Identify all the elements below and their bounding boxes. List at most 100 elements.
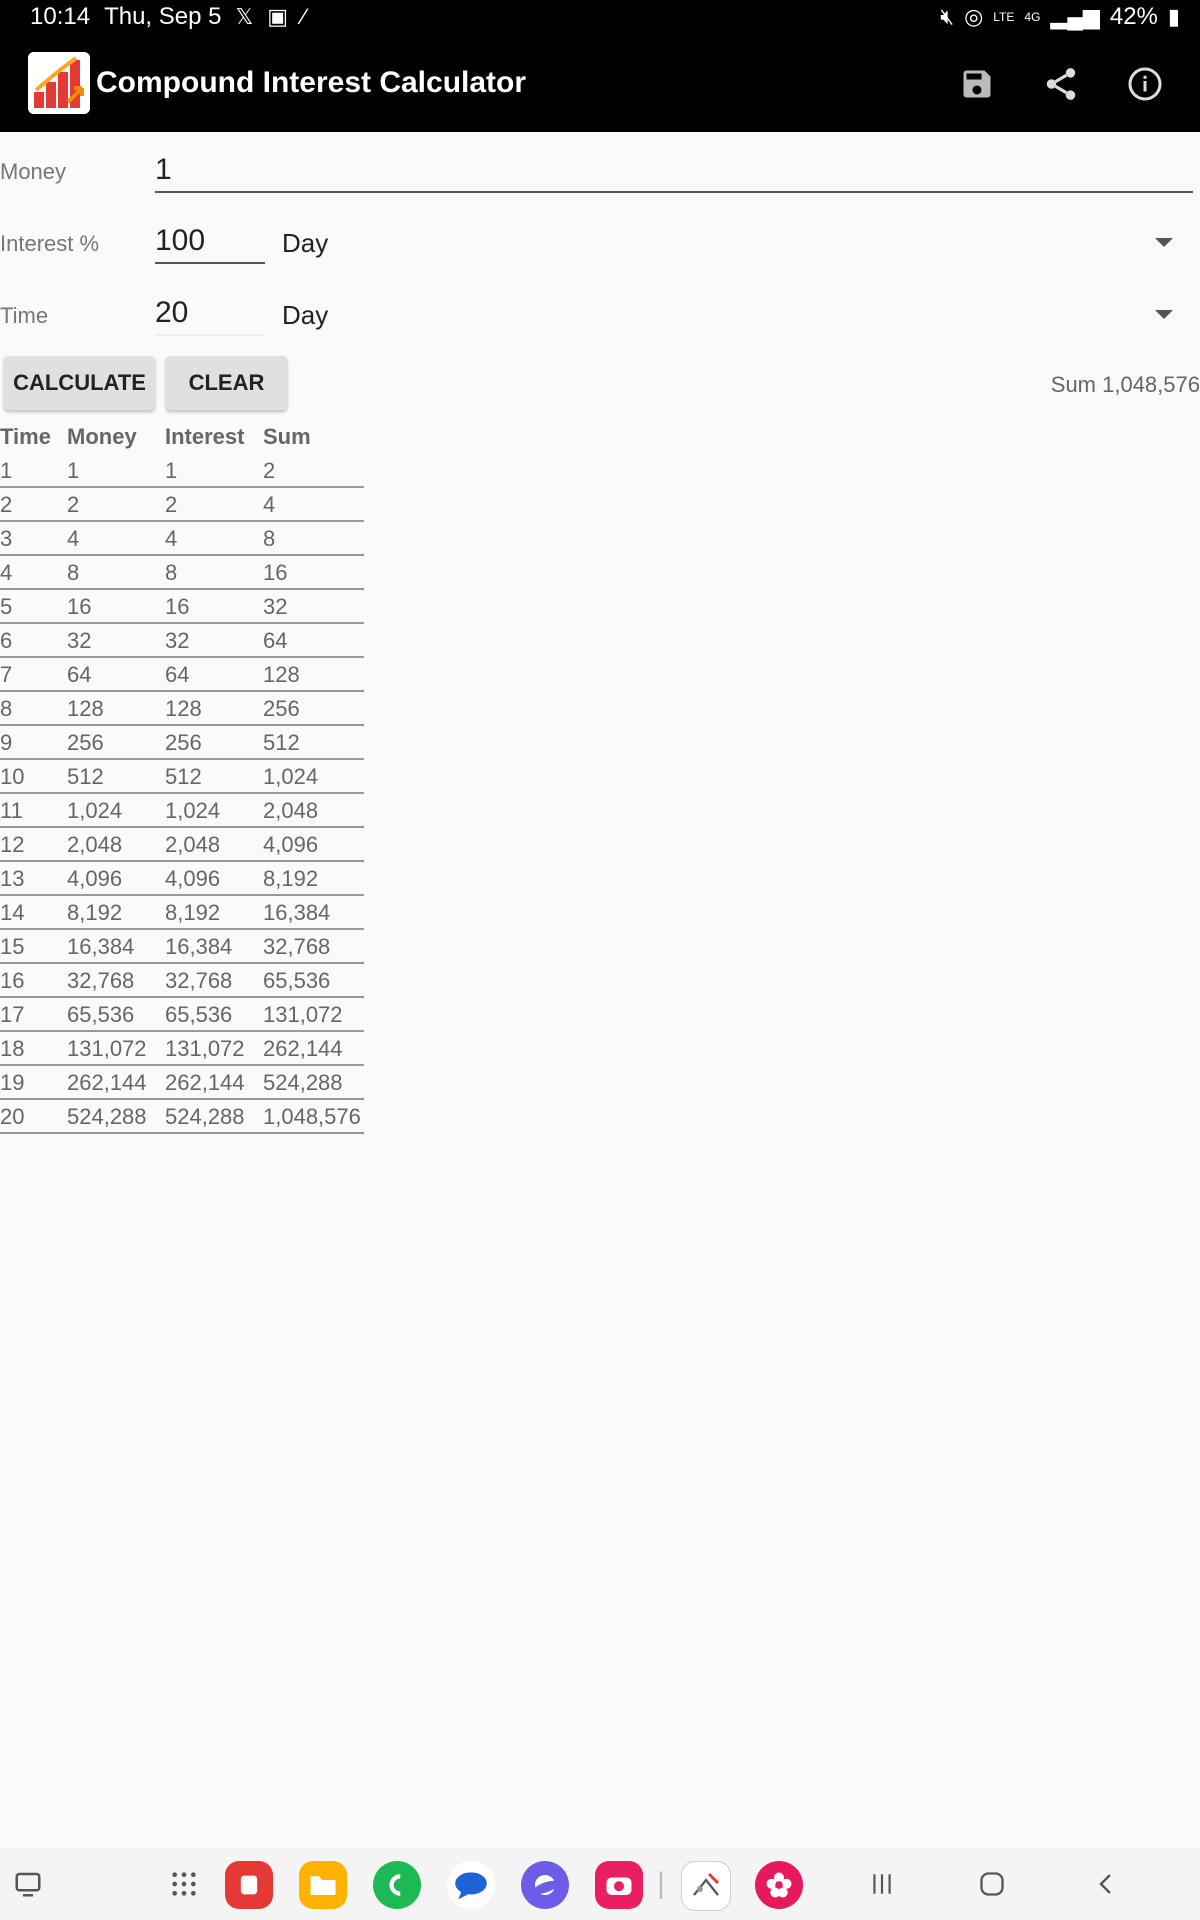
cell-money: 1 — [67, 458, 80, 483]
header-interest: Interest — [165, 424, 245, 449]
cell-sum: 1,024 — [263, 764, 319, 789]
cell-money: 256 — [67, 730, 104, 755]
header-sum: Sum — [263, 424, 311, 449]
messages-app-icon[interactable] — [447, 1861, 495, 1909]
cell-money: 64 — [67, 662, 92, 687]
table-body: 1 1 1 2 2 2 2 4 3 4 4 8 4 8 8 16 5 16 16 32 6 32 32 64 7 64 64 128 8… — [0, 454, 364, 1134]
notes-app-icon[interactable] — [225, 1861, 273, 1909]
table-row: 12 2,048 2,048 4,096 — [0, 828, 364, 862]
cell-sum: 2,048 — [263, 798, 319, 823]
table-header: Time Money Interest Sum — [0, 422, 364, 454]
share-button[interactable] — [1039, 62, 1083, 106]
cell-money: 512 — [67, 764, 104, 789]
interest-value: 100 — [155, 224, 206, 257]
interest-dropdown-arrow-icon[interactable] — [1155, 238, 1173, 247]
save-button[interactable] — [955, 62, 999, 106]
table-row: 6 32 32 64 — [0, 624, 364, 658]
cell-interest: 65,536 — [165, 1002, 233, 1027]
cell-sum: 32 — [263, 594, 288, 619]
cell-time: 17 — [0, 1002, 25, 1027]
cell-interest: 262,144 — [165, 1070, 245, 1095]
cell-sum: 256 — [263, 696, 300, 721]
app-bar: Compound Interest Calculator — [0, 36, 1200, 132]
cell-money: 1,024 — [67, 798, 123, 823]
cell-interest: 64 — [165, 662, 190, 687]
cell-money: 65,536 — [67, 1002, 135, 1027]
cell-time: 6 — [0, 628, 13, 653]
files-app-icon[interactable] — [299, 1861, 347, 1909]
results-table: Time Money Interest Sum 1112222434484881… — [0, 422, 364, 1134]
back-button[interactable] — [1088, 1866, 1124, 1902]
cell-money: 128 — [67, 696, 104, 721]
table-row: 14 8,192 8,192 16,384 — [0, 896, 364, 930]
camera-app-icon[interactable] — [595, 1861, 643, 1909]
cell-money: 32,768 — [67, 968, 135, 993]
cell-interest: 256 — [165, 730, 202, 755]
interest-period-select[interactable]: Day — [282, 228, 328, 259]
cell-interest: 128 — [165, 696, 202, 721]
cell-time: 18 — [0, 1036, 25, 1061]
cell-sum: 524,288 — [263, 1070, 343, 1095]
money-input[interactable]: 1 — [155, 153, 1193, 193]
cell-sum: 4,096 — [263, 832, 319, 857]
app-logo-icon — [28, 52, 90, 114]
cell-interest: 32 — [165, 628, 190, 653]
time-period-select[interactable]: Day — [282, 300, 328, 331]
battery-percent: 42% — [1109, 3, 1158, 30]
cell-money: 131,072 — [67, 1036, 147, 1061]
interest-input[interactable]: 100 — [155, 224, 265, 264]
info-button[interactable] — [1123, 62, 1167, 106]
sketch-app-icon[interactable] — [681, 1861, 731, 1911]
phone-app-icon[interactable] — [373, 1861, 421, 1909]
table-row: 4 8 8 16 — [0, 556, 364, 590]
table-row: 8 128 128 256 — [0, 692, 364, 726]
cell-money: 16,384 — [67, 934, 135, 959]
interest-label: Interest % — [0, 231, 100, 256]
browser-app-icon[interactable] — [521, 1861, 569, 1909]
table-row: 19 262,144 262,144 524,288 — [0, 1066, 364, 1100]
table-row: 7 64 64 128 — [0, 658, 364, 692]
info-icon — [1128, 67, 1162, 101]
home-button[interactable] — [974, 1866, 1010, 1902]
signal-icon: ▂▄▆ — [1050, 4, 1100, 29]
dock-divider: | — [657, 1867, 665, 1900]
cell-interest: 4,096 — [165, 866, 221, 891]
calculate-button[interactable]: CALCULATE — [4, 356, 155, 410]
cell-time: 15 — [0, 934, 25, 959]
hotspot-icon: ◎ — [964, 4, 984, 29]
cell-sum: 262,144 — [263, 1036, 343, 1061]
cell-interest: 16,384 — [165, 934, 233, 959]
cell-time: 19 — [0, 1070, 25, 1095]
cell-time: 7 — [0, 662, 13, 687]
table-row: 9 256 256 512 — [0, 726, 364, 760]
time-dropdown-arrow-icon[interactable] — [1155, 310, 1173, 319]
cell-money: 8 — [67, 560, 80, 585]
recent-apps-button[interactable] — [864, 1866, 900, 1902]
cell-money: 4,096 — [67, 866, 123, 891]
cell-money: 2,048 — [67, 832, 123, 857]
cell-time: 11 — [0, 798, 23, 823]
cell-interest: 524,288 — [165, 1104, 245, 1129]
cell-money: 524,288 — [67, 1104, 147, 1129]
app-drawer-icon[interactable] — [164, 1866, 204, 1902]
cell-interest: 1 — [165, 458, 178, 483]
volte-icon: LTE — [993, 10, 1015, 24]
gallery-app-icon[interactable] — [755, 1861, 803, 1909]
status-time: 10:14 — [30, 3, 91, 30]
clear-button[interactable]: CLEAR — [166, 356, 287, 410]
cell-sum: 8 — [263, 526, 276, 551]
cell-time: 1 — [0, 458, 13, 483]
mute-icon: 🔇︎ — [940, 4, 955, 29]
cell-money: 262,144 — [67, 1070, 147, 1095]
time-input[interactable]: 20 — [155, 296, 265, 336]
table-row: 18 131,072 131,072 262,144 — [0, 1032, 364, 1066]
header-time: Time — [0, 424, 51, 449]
screen-recorder-icon[interactable] — [8, 1866, 48, 1902]
cell-money: 32 — [67, 628, 92, 653]
cell-time: 16 — [0, 968, 25, 993]
cell-interest: 2 — [165, 492, 178, 517]
cell-time: 9 — [0, 730, 13, 755]
time-label: Time — [0, 303, 49, 328]
cell-time: 4 — [0, 560, 13, 585]
cell-interest: 1,024 — [165, 798, 221, 823]
